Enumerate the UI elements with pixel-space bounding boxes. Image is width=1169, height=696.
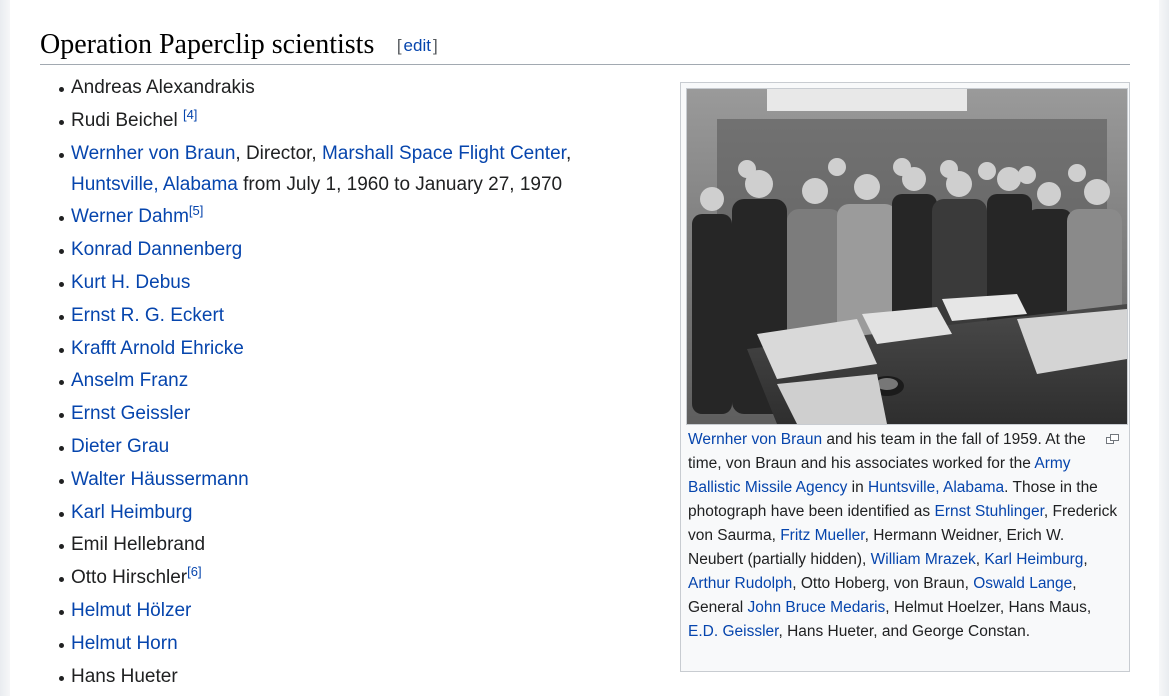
- wiki-link[interactable]: Helmut Hölzer: [71, 600, 191, 621]
- wiki-link[interactable]: Wernher von Braun: [688, 431, 822, 448]
- wiki-link[interactable]: Ernst R. G. Eckert: [71, 305, 224, 326]
- list-item: Werner Dahm[5]: [40, 201, 640, 232]
- list-item: Emil Hellebrand: [40, 529, 640, 560]
- wiki-link[interactable]: Oswald Lange: [973, 575, 1072, 592]
- photo-caption: Wernher von Braun and his team in the fa…: [688, 428, 1122, 644]
- list-item: Hans Hueter: [40, 661, 640, 692]
- citation-link[interactable]: [5]: [189, 203, 203, 218]
- plain-text: , Director,: [235, 142, 322, 164]
- list-item: Rudi Beichel [4]: [40, 105, 640, 136]
- wiki-link[interactable]: Dieter Grau: [71, 436, 169, 457]
- left-page-edge: [0, 0, 10, 696]
- plain-text: from July 1, 1960 to January 27, 1970: [237, 173, 563, 195]
- section-title: Operation Paperclip scientists: [40, 29, 375, 60]
- list-item: Konrad Dannenberg: [40, 234, 640, 265]
- citation-reference: [6]: [187, 564, 201, 579]
- plain-text: Otto Hirschler: [71, 567, 188, 589]
- list-item: Wernher von Braun, Director, Marshall Sp…: [40, 138, 640, 200]
- article-content: Operation Paperclip scientists [edit] An…: [40, 0, 1130, 696]
- wiki-link[interactable]: Werner Dahm: [71, 206, 189, 227]
- list-item: Helmut Hölzer: [40, 595, 640, 626]
- list-item: Walter Häussermann: [40, 464, 640, 495]
- plain-text: Emil Hellebrand: [71, 534, 206, 556]
- list-item: Anselm Franz: [40, 365, 640, 396]
- edit-bracket-close: ]: [432, 36, 438, 55]
- wiki-link[interactable]: John Bruce Medaris: [747, 599, 885, 616]
- wiki-link[interactable]: Arthur Rudolph: [688, 575, 792, 592]
- wiki-link[interactable]: Ernst Geissler: [71, 403, 190, 424]
- wiki-link[interactable]: Fritz Mueller: [780, 527, 864, 544]
- edit-section: [edit]: [397, 36, 438, 56]
- wiki-link[interactable]: Karl Heimburg: [984, 551, 1083, 568]
- wiki-link[interactable]: William Mrazek: [871, 551, 976, 568]
- wiki-link[interactable]: Ernst Stuhlinger: [934, 503, 1043, 520]
- plain-text: , Hans Hueter, and George Constan.: [778, 623, 1031, 640]
- plain-text: ,: [1083, 551, 1088, 568]
- citation-reference: [4]: [183, 107, 197, 122]
- list-item: Karl Heimburg: [40, 497, 640, 528]
- photo-thumbnail: Wernher von Braun and his team in the fa…: [680, 82, 1130, 672]
- list-item: Kurt H. Debus: [40, 267, 640, 298]
- plain-text: , Helmut Hoelzer, Hans Maus,: [885, 599, 1092, 616]
- section-heading: Operation Paperclip scientists [edit]: [40, 28, 1130, 65]
- wiki-link[interactable]: E.D. Geissler: [688, 623, 778, 640]
- wiki-link[interactable]: Huntsville, Alabama: [71, 174, 238, 195]
- wiki-link[interactable]: Konrad Dannenberg: [71, 239, 242, 260]
- wiki-link[interactable]: Walter Häussermann: [71, 469, 249, 490]
- wiki-link[interactable]: Karl Heimburg: [71, 502, 192, 523]
- scientist-list: Andreas Alexandrakis Rudi Beichel [4] Wern…: [40, 72, 640, 693]
- plain-text: in: [847, 479, 869, 496]
- plain-text: Rudi Beichel: [71, 109, 183, 131]
- list-item: Krafft Arnold Ehricke: [40, 333, 640, 364]
- citation-reference: [5]: [189, 203, 203, 218]
- wiki-link[interactable]: Krafft Arnold Ehricke: [71, 338, 244, 359]
- right-page-edge: [1159, 0, 1169, 696]
- list-item: Otto Hirschler[6]: [40, 562, 640, 593]
- wiki-link[interactable]: Wernher von Braun: [71, 143, 235, 164]
- wiki-link[interactable]: Huntsville, Alabama: [868, 479, 1004, 496]
- wiki-link[interactable]: Anselm Franz: [71, 370, 188, 391]
- plain-text: Andreas Alexandrakis: [71, 77, 255, 98]
- edit-bracket-open: [: [396, 36, 402, 55]
- wiki-link[interactable]: Helmut Horn: [71, 633, 178, 654]
- citation-link[interactable]: [4]: [183, 107, 197, 122]
- list-item: Ernst Geissler: [40, 398, 640, 429]
- team-photo[interactable]: [686, 88, 1128, 425]
- plain-text: ,: [565, 142, 572, 164]
- edit-link[interactable]: edit: [404, 36, 431, 55]
- wiki-link[interactable]: Marshall Space Flight Center: [322, 143, 566, 164]
- plain-text: Hans Hueter: [71, 665, 178, 687]
- citation-link[interactable]: [6]: [187, 564, 201, 579]
- list-item: Helmut Horn: [40, 628, 640, 659]
- list-item: Dieter Grau: [40, 431, 640, 462]
- wiki-link[interactable]: Kurt H. Debus: [71, 272, 190, 293]
- list-item: Andreas Alexandrakis: [40, 72, 640, 103]
- plain-text: , Otto Hoberg, von Braun,: [792, 575, 974, 592]
- list-item: Ernst R. G. Eckert: [40, 300, 640, 331]
